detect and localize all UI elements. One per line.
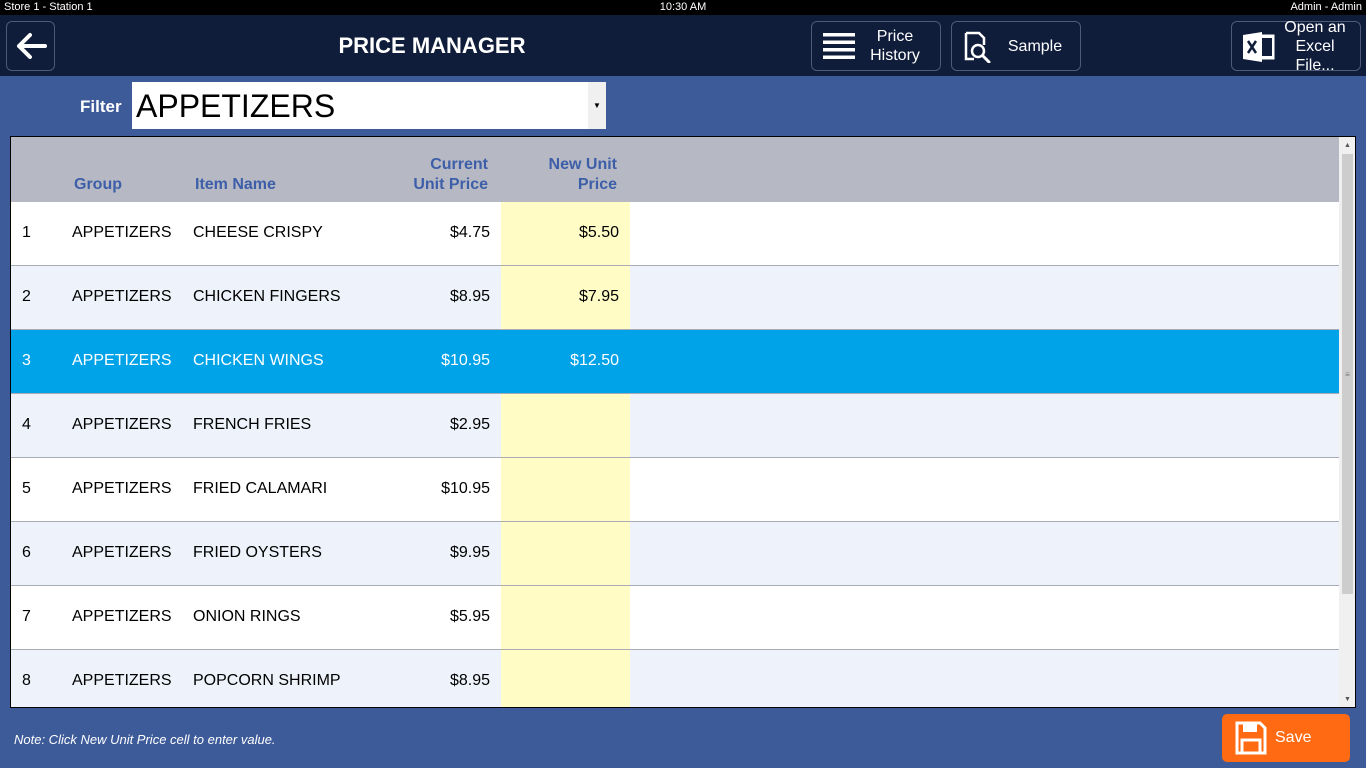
row-group: APPETIZERS [72, 608, 172, 625]
row-number: 2 [22, 288, 31, 305]
floppy-disk-icon [1235, 721, 1267, 755]
row-item-name: FRIED CALAMARI [193, 480, 328, 497]
table-row[interactable]: 2 APPETIZERS CHICKEN FINGERS $8.95 $7.95 [11, 266, 1339, 330]
sample-label: Sample [1007, 37, 1063, 55]
column-header-group[interactable]: Group [74, 175, 122, 195]
document-search-icon [964, 31, 991, 63]
row-number: 5 [22, 480, 31, 497]
row-current-price: $9.95 [449, 544, 490, 561]
row-current-price: $10.95 [441, 480, 490, 497]
clock: 10:30 AM [659, 1, 707, 13]
vertical-scrollbar[interactable]: ▲ ≡ ▼ [1339, 137, 1355, 707]
row-item-name: CHEESE CRISPY [193, 224, 323, 241]
sample-button[interactable]: Sample [951, 21, 1081, 71]
row-group: APPETIZERS [72, 352, 172, 369]
scroll-down-icon[interactable]: ▼ [1339, 691, 1355, 707]
row-number: 8 [22, 672, 31, 689]
row-group: APPETIZERS [72, 288, 172, 305]
row-item-name: CHICKEN WINGS [193, 352, 324, 369]
page-title: PRICE MANAGER [338, 33, 526, 58]
table-row[interactable]: 4 APPETIZERS FRENCH FRIES $2.95 [11, 394, 1339, 458]
row-item-name: FRENCH FRIES [193, 416, 312, 433]
row-number: 4 [22, 416, 31, 433]
row-current-price: $5.95 [449, 608, 490, 625]
table-row-selected[interactable]: 3 APPETIZERS CHICKEN WINGS $10.95 $12.50 [11, 330, 1339, 394]
row-number: 6 [22, 544, 31, 561]
row-item-name: ONION RINGS [193, 608, 301, 625]
table-body: 1 APPETIZERS CHEESE CRISPY $4.75 $5.50 2… [11, 202, 1339, 707]
save-button[interactable]: Save [1222, 714, 1350, 762]
open-excel-button[interactable]: Open an Excel File... [1231, 18, 1361, 74]
scroll-up-icon[interactable]: ▲ [1339, 137, 1355, 153]
list-lines-icon [823, 33, 855, 59]
row-current-price: $10.95 [441, 352, 490, 369]
column-header-new-unit-price[interactable]: New Unit Price [511, 155, 617, 195]
column-header-current-unit-price[interactable]: Current Unit Price [391, 155, 488, 195]
row-group: APPETIZERS [72, 544, 172, 561]
row-item-name: POPCORN SHRIMP [193, 672, 341, 689]
row-new-price-cell[interactable]: $7.95 [501, 288, 619, 306]
row-number: 3 [22, 352, 31, 369]
price-history-button[interactable]: Price History [811, 21, 941, 71]
column-header-item-name[interactable]: Item Name [195, 175, 276, 195]
scrollbar-thumb[interactable]: ≡ [1342, 154, 1353, 594]
table-row[interactable]: 6 APPETIZERS FRIED OYSTERS $9.95 [11, 522, 1339, 586]
price-history-label: Price History [870, 28, 920, 64]
table-row[interactable]: 8 APPETIZERS POPCORN SHRIMP $8.95 [11, 650, 1339, 707]
row-current-price: $8.95 [449, 288, 490, 305]
save-label: Save [1275, 729, 1312, 746]
row-group: APPETIZERS [72, 416, 172, 433]
price-table: Group Item Name Current Unit Price New Un… [10, 136, 1356, 708]
row-item-name: FRIED OYSTERS [193, 544, 322, 561]
filter-value: APPETIZERS [136, 88, 336, 124]
row-number: 1 [22, 224, 31, 241]
row-current-price: $4.75 [449, 224, 490, 241]
row-number: 7 [22, 608, 31, 625]
row-item-name: CHICKEN FINGERS [193, 288, 341, 305]
filter-dropdown[interactable]: APPETIZERS ▼ [132, 82, 606, 129]
table-header: Group Item Name Current Unit Price New Un… [11, 137, 1339, 202]
header-bar: PRICE MANAGER Price History Sample Open … [0, 15, 1366, 76]
row-new-price-cell[interactable]: $5.50 [501, 224, 619, 242]
row-new-price-cell[interactable]: $12.50 [501, 352, 619, 370]
row-current-price: $8.95 [449, 672, 490, 689]
row-group: APPETIZERS [72, 672, 172, 689]
excel-file-icon [1243, 32, 1275, 62]
open-excel-label: Open an Excel File... [1284, 18, 1346, 74]
table-row[interactable]: 7 APPETIZERS ONION RINGS $5.95 [11, 586, 1339, 650]
status-bar: Store 1 - Station 1 10:30 AM Admin - Adm… [0, 0, 1366, 15]
table-row[interactable]: 1 APPETIZERS CHEESE CRISPY $4.75 $5.50 [11, 202, 1339, 266]
chevron-down-icon[interactable]: ▼ [588, 82, 606, 129]
user-label: Admin - Admin [1290, 1, 1362, 13]
row-current-price: $2.95 [449, 416, 490, 433]
footer-note: Note: Click New Unit Price cell to enter… [14, 732, 276, 747]
row-group: APPETIZERS [72, 480, 172, 497]
row-group: APPETIZERS [72, 224, 172, 241]
filter-label: Filter [80, 97, 122, 116]
table-row[interactable]: 5 APPETIZERS FRIED CALAMARI $10.95 [11, 458, 1339, 522]
